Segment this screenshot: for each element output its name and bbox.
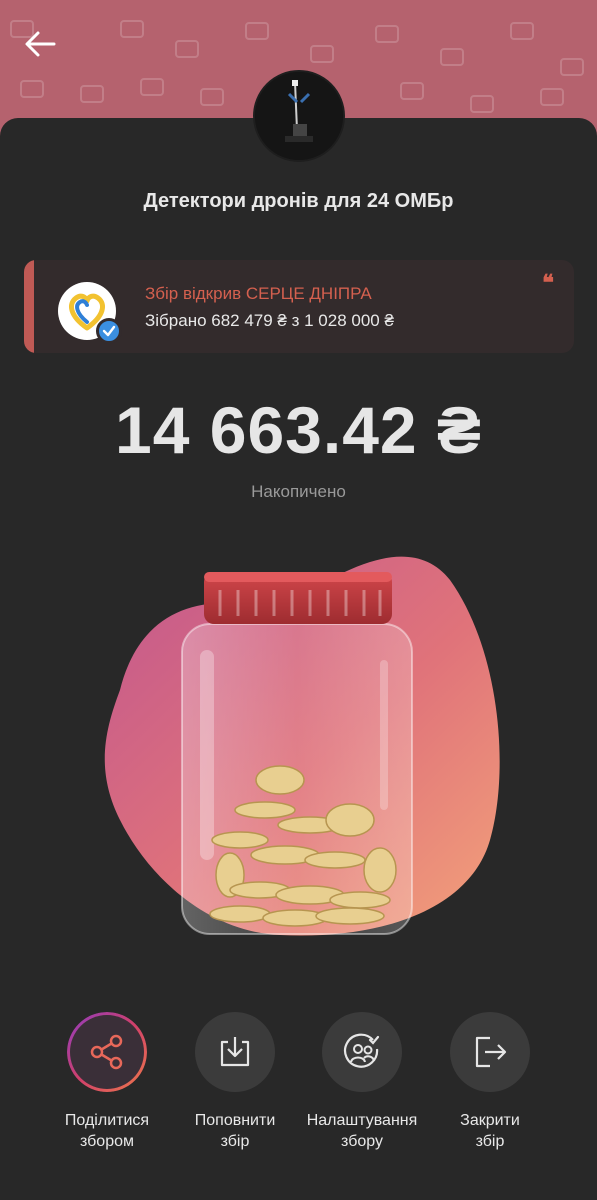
top-up-campaign-button[interactable]: Поповнити збір xyxy=(175,1012,295,1152)
pattern-icon xyxy=(120,20,144,38)
pattern-icon xyxy=(510,22,534,40)
pattern-icon xyxy=(175,40,199,58)
exit-icon xyxy=(475,1036,507,1068)
quote-icon: ❝ xyxy=(542,270,554,296)
campaign-avatar xyxy=(253,70,345,162)
pattern-icon xyxy=(80,85,104,103)
share-label-line2: збором xyxy=(79,1133,134,1150)
organizer-name: Збір відкрив СЕРЦЕ ДНІПРА xyxy=(145,284,372,303)
pattern-icon xyxy=(20,80,44,98)
top-up-label-line1: Поповнити xyxy=(194,1112,276,1129)
pattern-icon xyxy=(140,78,164,96)
settings-label-line1: Налаштування xyxy=(306,1112,418,1129)
pattern-icon xyxy=(440,48,464,66)
balance-label: Накопичено xyxy=(251,482,346,501)
pattern-icon xyxy=(310,45,334,63)
share-label-line1: Поділитися xyxy=(64,1112,150,1129)
share-icon xyxy=(90,1034,123,1070)
users-settings-icon xyxy=(343,1033,380,1068)
pattern-icon xyxy=(400,82,424,100)
top-up-label-line2: збір xyxy=(220,1133,250,1150)
card-accent-stripe xyxy=(24,260,34,353)
share-campaign-button[interactable]: Поділитися збором xyxy=(47,1012,167,1152)
pattern-icon xyxy=(245,22,269,40)
balance-amount: 14 663.42 ₴ xyxy=(115,393,482,467)
pattern-icon xyxy=(560,58,584,76)
settings-label-line2: збору xyxy=(341,1133,383,1150)
jar-illustration xyxy=(80,540,520,960)
campaign-settings-button[interactable]: Налаштування збору xyxy=(302,1012,422,1152)
pattern-icon xyxy=(200,88,224,106)
back-button[interactable] xyxy=(20,26,60,62)
pattern-icon xyxy=(470,95,494,113)
page-title: Детектори дронів для 24 ОМБр xyxy=(143,190,454,212)
organizer-card[interactable]: Збір відкрив СЕРЦЕ ДНІПРА Зібрано 682 47… xyxy=(24,260,574,353)
verified-badge-icon xyxy=(96,318,122,344)
close-label-line1: Закрити xyxy=(460,1112,520,1129)
close-campaign-button[interactable]: Закрити збір xyxy=(430,1012,550,1152)
arrow-left-icon xyxy=(25,31,56,57)
close-label-line2: збір xyxy=(475,1133,505,1150)
organizer-collected-amount: Зібрано 682 479 ₴ з 1 028 000 ₴ xyxy=(145,311,394,330)
pattern-icon xyxy=(540,88,564,106)
pattern-icon xyxy=(375,25,399,43)
download-tray-icon xyxy=(220,1037,250,1067)
